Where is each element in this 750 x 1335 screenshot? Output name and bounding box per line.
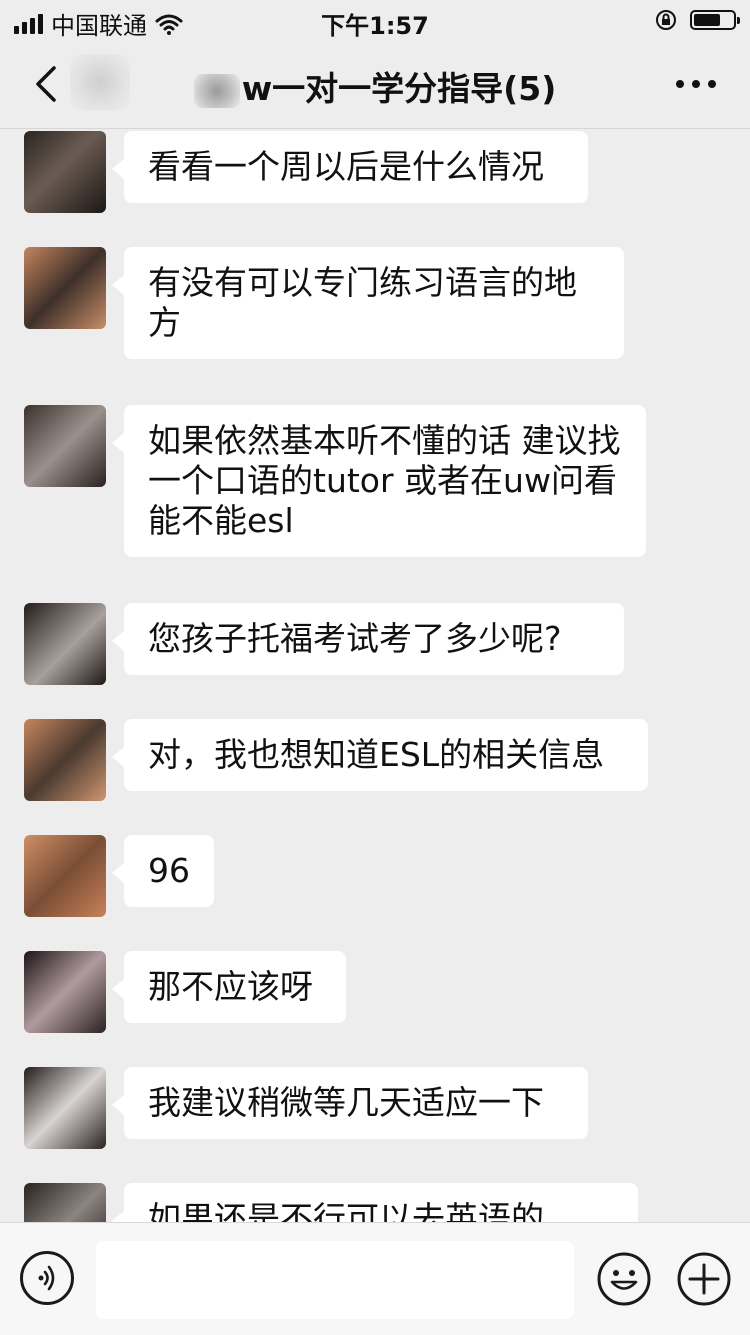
avatar[interactable] [24, 1067, 106, 1149]
status-time: 下午1:57 [321, 12, 429, 40]
avatar[interactable] [24, 405, 106, 487]
message-bubble[interactable]: 看看一个周以后是什么情况 [112, 131, 588, 203]
orientation-lock-icon [656, 10, 676, 30]
page-title: w一对一学分指导(5) [241, 69, 557, 108]
battery-icon [690, 10, 740, 30]
blurred-title-prefix [193, 73, 240, 108]
status-bar: 中国联通 下午1:57 [0, 0, 750, 40]
avatar[interactable] [24, 603, 106, 685]
message-input[interactable] [96, 1241, 574, 1319]
more-dots-icon[interactable] [676, 80, 716, 88]
avatar[interactable] [24, 835, 106, 917]
message-bubble[interactable]: 如果还是不行可以去英语的 [112, 1183, 638, 1222]
input-bar [0, 1222, 750, 1335]
voice-icon[interactable] [20, 1251, 74, 1305]
avatar[interactable] [24, 131, 106, 213]
message-bubble[interactable]: 我建议稍微等几天适应一下 [112, 1067, 588, 1139]
avatar[interactable] [24, 1183, 106, 1222]
avatar[interactable] [24, 719, 106, 801]
message-bubble[interactable]: 那不应该呀 [112, 951, 346, 1023]
avatar[interactable] [24, 951, 106, 1033]
nav-bar: w一对一学分指导(5) [0, 40, 750, 128]
message-bubble[interactable]: 如果依然基本听不懂的话 建议找一个口语的tutor 或者在uw问看能不能esl [112, 405, 646, 557]
chat-list[interactable]: 看看一个周以后是什么情况 有没有可以专门练习语言的地方 如果依然基本听不懂的话 … [0, 129, 750, 1222]
status-right [654, 8, 740, 32]
message-bubble[interactable]: 对，我也想知道ESL的相关信息 [112, 719, 648, 791]
message-bubble[interactable]: 您孩子托福考试考了多少呢? [112, 603, 624, 675]
plus-icon[interactable] [676, 1251, 732, 1307]
message-bubble[interactable]: 有没有可以专门练习语言的地方 [112, 247, 624, 359]
page-title-wrap: w一对一学分指导(5) [0, 62, 750, 110]
emoji-icon[interactable] [596, 1251, 652, 1307]
message-bubble[interactable]: 96 [112, 835, 214, 907]
avatar[interactable] [24, 247, 106, 329]
